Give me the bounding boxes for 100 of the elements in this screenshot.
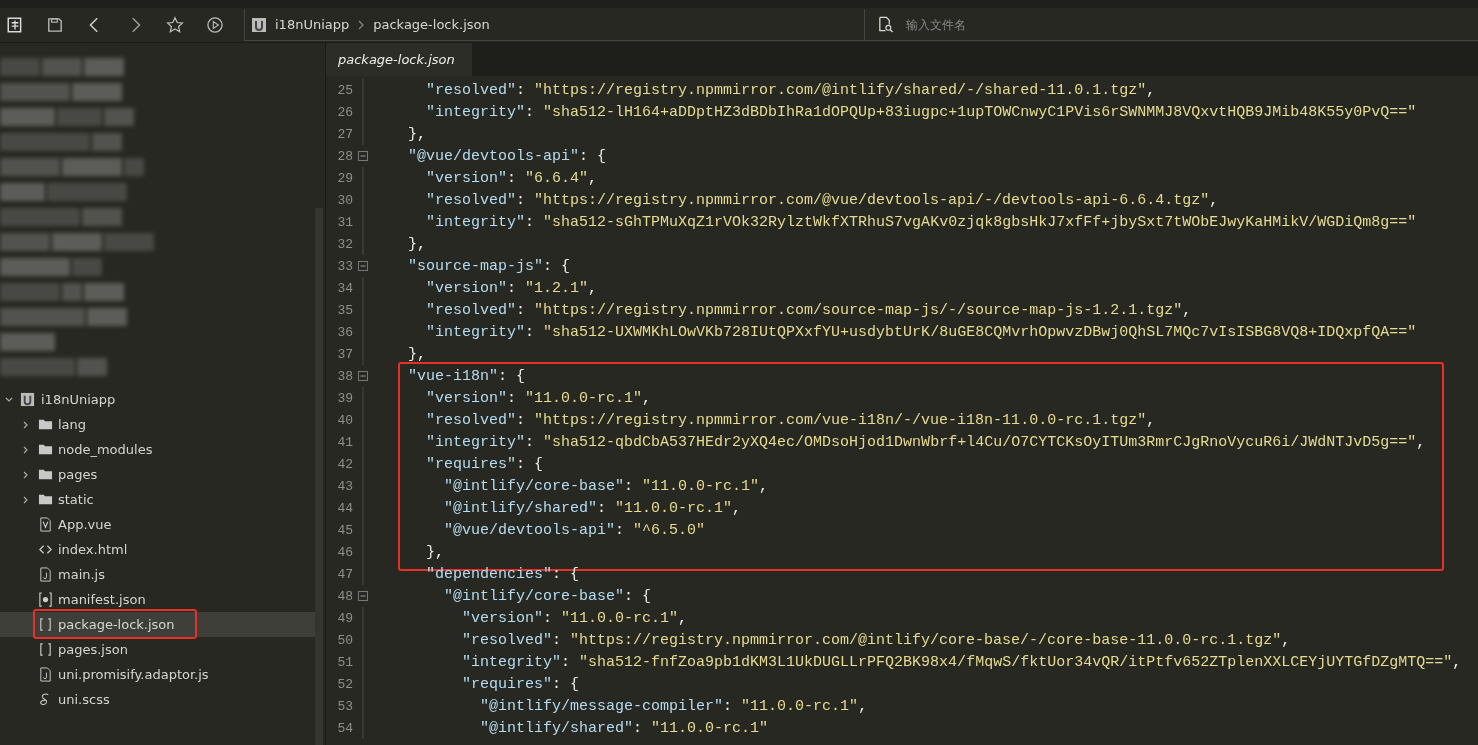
line-number: 51	[336, 654, 353, 670]
file-tab[interactable]: package-lock.json	[326, 43, 472, 76]
json-punctuation: :	[624, 477, 635, 495]
json-punctuation: : {	[552, 675, 580, 693]
json-key: "@intlify/shared"	[480, 719, 634, 737]
tree-item[interactable]: index.html	[0, 537, 315, 562]
line-number: 54	[336, 720, 353, 736]
file-icon	[38, 667, 53, 682]
json-punctuation: ,	[759, 477, 769, 495]
json-string: "11.0.0-rc.1"	[642, 477, 760, 495]
json-string: "11.0.0-rc.1"	[741, 697, 859, 715]
json-key: "dependencies"	[426, 565, 553, 583]
blurred-item	[0, 233, 50, 251]
tree-item[interactable]: manifest.json	[0, 587, 315, 612]
star-icon[interactable]	[166, 16, 184, 34]
json-punctuation: ,	[588, 169, 598, 187]
tree-item[interactable]: uni.promisify.adaptor.js	[0, 662, 315, 687]
line-number: 53	[336, 698, 353, 714]
blurred-item	[72, 83, 122, 101]
line-number: 27	[336, 126, 353, 142]
chevron-icon	[357, 18, 366, 31]
json-string: "sha512-qbdCbA537HEdr2yXQ4ec/OMDsoHjod1DwnWbrf+l4Cu/O7CYTCKsOyITUm3RmrCJgRnoVycuR6i/JWdNTJvD5g=="	[543, 433, 1417, 451]
json-punctuation: ,	[1416, 433, 1426, 451]
file-icon	[38, 567, 53, 582]
json-punctuation: : {	[624, 587, 652, 605]
blurred-item	[0, 283, 60, 301]
json-key: "resolved"	[462, 631, 553, 649]
json-punctuation: ,	[642, 389, 652, 407]
json-key: "@vue/devtools-api"	[408, 147, 580, 165]
breadcrumb-item[interactable]: package-lock.json	[373, 17, 490, 32]
tree-item[interactable]: static	[0, 487, 315, 512]
v-file-icon	[38, 517, 53, 532]
blurred-item	[0, 258, 70, 276]
json-key: "@intlify/core-base"	[444, 587, 625, 605]
json-punctuation: :	[516, 81, 527, 99]
json-key: "resolved"	[426, 411, 517, 429]
line-number: 29	[336, 170, 353, 186]
json-key: "@intlify/message-compiler"	[480, 697, 724, 715]
tree-item[interactable]: node_modules	[0, 437, 315, 462]
line-number: 43	[336, 478, 353, 494]
tree-item[interactable]: pages	[0, 462, 315, 487]
blurred-item	[57, 108, 102, 126]
json-punctuation: },	[408, 235, 427, 253]
json-string: "https://registry.npmmirror.com/@intlify/core-base/-/core-base-11.0.0-rc.1.tgz"	[570, 631, 1282, 649]
json-key: "@intlify/core-base"	[444, 477, 625, 495]
json-punctuation: :	[543, 609, 554, 627]
json-punctuation: : {	[552, 565, 580, 583]
json-punctuation: ,	[858, 697, 868, 715]
json-string: "https://registry.npmmirror.com/vue-i18n/-/vue-i18n-11.0.0-rc.1.tgz"	[534, 411, 1147, 429]
line-number: 32	[336, 236, 353, 252]
gear-file-icon	[38, 592, 53, 607]
line-number: 31	[336, 214, 353, 230]
json-key: "version"	[462, 609, 544, 627]
json-punctuation: ,	[678, 609, 688, 627]
tree-item[interactable]: pages.json	[0, 637, 315, 662]
tree-item[interactable]: i18nUniapp	[0, 387, 315, 412]
json-key: "integrity"	[426, 103, 526, 121]
blurred-item	[0, 83, 70, 101]
json-key: "resolved"	[426, 301, 517, 319]
brackets-icon	[38, 617, 53, 632]
breadcrumb-item[interactable]: i18nUniapp	[275, 17, 350, 32]
new-file-icon[interactable]	[6, 16, 24, 34]
line-number: 35	[336, 302, 353, 318]
line-number: 38	[336, 368, 353, 384]
blurred-item	[84, 58, 124, 76]
tree-item[interactable]: uni.scss	[0, 687, 315, 712]
tree-item[interactable]: main.js	[0, 562, 315, 587]
json-key: "integrity"	[426, 433, 526, 451]
line-number: 37	[336, 346, 353, 362]
fold-icon[interactable]	[357, 151, 368, 161]
json-punctuation: ,	[732, 499, 742, 517]
json-string: "https://registry.npmmirror.com/@vue/devtools-api/-/devtools-api-6.6.4.tgz"	[534, 191, 1210, 209]
json-key: "source-map-js"	[408, 257, 544, 275]
file-search-field[interactable]: 输入文件名	[904, 16, 1108, 33]
json-punctuation: :	[615, 521, 626, 539]
tree-item[interactable]: App.vue	[0, 512, 315, 537]
line-number: 34	[336, 280, 353, 296]
json-punctuation: ,	[1281, 631, 1291, 649]
project-icon	[20, 392, 35, 407]
json-string: "sha512-UXWMKhLOwVKb728IUtQPXxfYU+usdybtUrK/8uGE8CQMvrhOpwvzDBwj0QhSL7MQc7vIsISBG8VQ8+IDQxpfQA=="	[543, 323, 1417, 341]
blurred-item	[92, 133, 122, 151]
blurred-item	[0, 333, 55, 351]
fold-icon[interactable]	[357, 371, 368, 381]
run-icon[interactable]	[206, 16, 224, 34]
blurred-item	[62, 158, 122, 176]
line-number: 44	[336, 500, 353, 516]
json-string: "sha512-lH164+aDDptHZ3dBDbIhRa1dOPQUp+83iugpc+1upTOWCnwyC1PVis6rSWNMMJ8VQxvtHQB9JMib48K55y0PvQ=="	[543, 103, 1417, 121]
tree-item[interactable]: package-lock.json	[0, 612, 315, 637]
json-key: "vue-i18n"	[408, 367, 499, 385]
json-key: "resolved"	[426, 81, 517, 99]
line-number: 33	[336, 258, 353, 274]
fold-icon[interactable]	[357, 261, 368, 271]
save-icon[interactable]	[46, 16, 64, 34]
fold-icon[interactable]	[357, 591, 368, 601]
json-string: "https://registry.npmmirror.com/@intlify/shared/-/shared-11.0.1.tgz"	[534, 81, 1147, 99]
blurred-item	[0, 158, 60, 176]
blurred-item	[124, 158, 144, 176]
blurred-item	[0, 183, 45, 201]
tree-item[interactable]: lang	[0, 412, 315, 437]
json-punctuation: :	[516, 301, 527, 319]
